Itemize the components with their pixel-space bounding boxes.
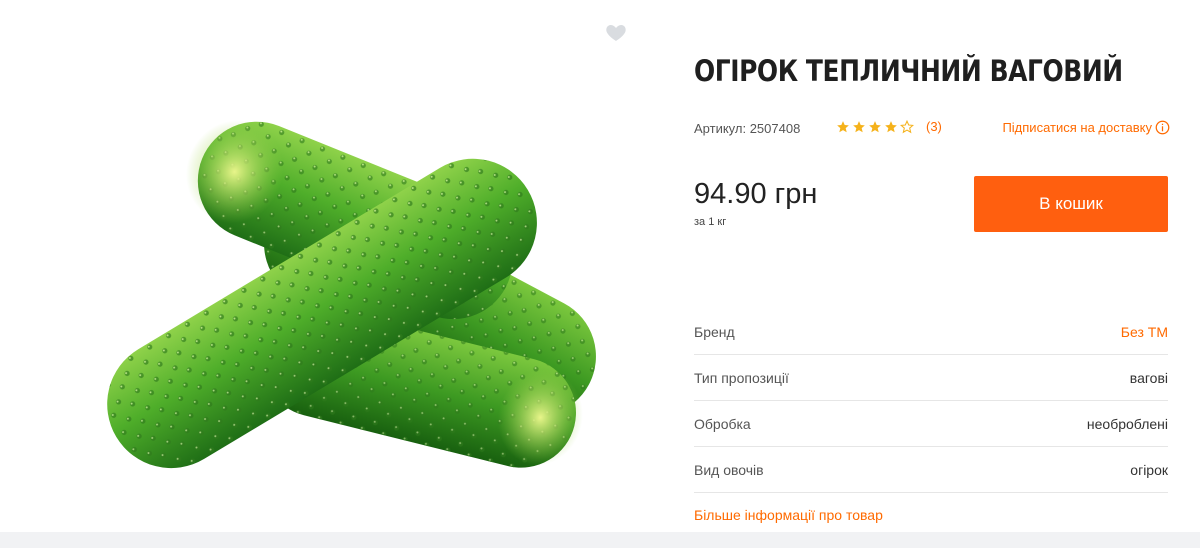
subscribe-label: Підписатися на доставку bbox=[1002, 120, 1152, 135]
product-meta: Артикул: 2507408 (3) Підписатися на дост… bbox=[694, 119, 1170, 139]
property-row-offer-type: Тип пропозиції вагові bbox=[694, 355, 1168, 401]
sku-label: Артикул: 2507408 bbox=[694, 121, 801, 136]
star-icon bbox=[837, 120, 849, 132]
property-row-processing: Обробка необроблені bbox=[694, 401, 1168, 447]
subscribe-delivery-link[interactable]: Підписатися на доставку bbox=[1002, 120, 1170, 135]
property-row-vegetable-type: Вид овочів огірок bbox=[694, 447, 1168, 493]
property-value: вагові bbox=[1129, 369, 1168, 386]
star-icon bbox=[869, 120, 881, 132]
property-value: огірок bbox=[1130, 461, 1168, 478]
info-icon[interactable] bbox=[1155, 120, 1170, 135]
star-outline-icon bbox=[900, 119, 914, 133]
add-to-cart-button[interactable]: В кошик bbox=[974, 176, 1168, 232]
footer-strip bbox=[0, 532, 1200, 548]
more-info-link[interactable]: Більше інформації про товар bbox=[694, 507, 883, 523]
property-label: Вид овочів bbox=[694, 461, 764, 478]
property-label: Обробка bbox=[694, 415, 751, 432]
rating[interactable]: (3) bbox=[836, 119, 942, 134]
product-image[interactable] bbox=[50, 80, 640, 480]
product-title: ОГІРОК ТЕПЛИЧНИЙ ВАГОВИЙ bbox=[694, 54, 1123, 88]
property-value-brand-link[interactable]: Без ТМ bbox=[1121, 324, 1168, 340]
price: 94.90 грн bbox=[694, 178, 818, 210]
property-label: Бренд bbox=[694, 323, 735, 340]
property-value: необроблені bbox=[1086, 415, 1168, 432]
property-row-brand: Бренд Без ТМ bbox=[694, 309, 1168, 355]
property-label: Тип пропозиції bbox=[694, 369, 789, 386]
product-gallery bbox=[0, 0, 650, 530]
properties-table: Бренд Без ТМ Тип пропозиції вагові Оброб… bbox=[694, 309, 1168, 493]
star-icon bbox=[885, 120, 897, 132]
heart-icon[interactable] bbox=[604, 20, 628, 44]
price-unit: за 1 кг bbox=[694, 216, 727, 228]
rating-count[interactable]: (3) bbox=[926, 119, 942, 134]
star-icon bbox=[853, 120, 865, 132]
